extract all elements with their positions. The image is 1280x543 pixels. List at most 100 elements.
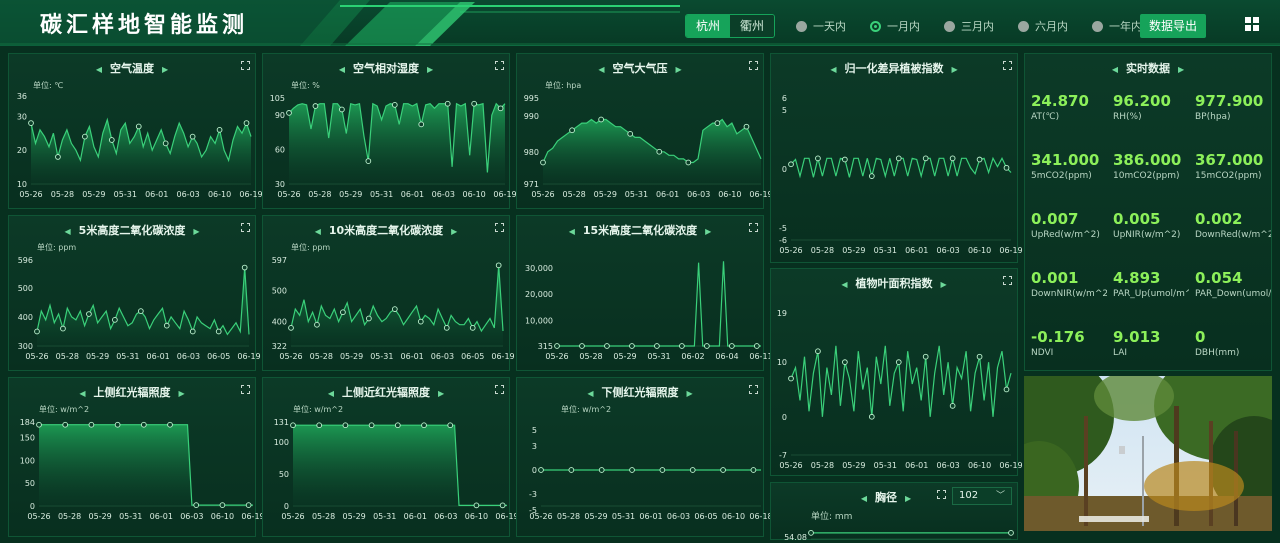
panel-up-red: ◀ 上侧红光辐照度 ▶ 单位: w/m^2 184 150 100 50 0 05-26 05-… — [8, 377, 265, 537]
x-tick-label: 05-28 — [310, 352, 333, 361]
range-6month[interactable]: 六月内 — [1018, 18, 1068, 34]
data-point-marker — [895, 359, 902, 366]
realtime-item: 0.002 DownRed(w/m^2) — [1195, 210, 1271, 240]
x-tick-label: 06-03 — [667, 512, 690, 521]
x-tick-label: 06-19 — [999, 461, 1022, 470]
data-point-marker — [339, 106, 345, 113]
realtime-item: 96.200 RH(%) — [1113, 92, 1189, 122]
x-tick-label: 05-26 — [779, 461, 802, 470]
realtime-item: 4.893 PAR_Up(umol/m^2) — [1113, 269, 1189, 299]
data-point-marker — [443, 325, 450, 331]
realtime-label: DownRed(w/m^2) — [1195, 230, 1271, 240]
y-tick-label: 30 — [275, 180, 285, 189]
x-tick-label: 05-26 — [545, 352, 568, 361]
panel-air-humidity: ◀ 空气相对湿度 ▶ 单位: % 105 90 60 30 05-26 05-28 05-29 0… — [262, 53, 517, 209]
data-point-marker — [394, 422, 401, 429]
realtime-label: PAR_Down(umol/m^2) — [1195, 289, 1271, 299]
air-pressure-chart: 995 990 980 97105-26 05-28 05-29 05-31 06-01 06-… — [524, 94, 773, 199]
y-tick-label: 980 — [524, 148, 539, 157]
data-point-marker — [540, 159, 546, 166]
radio-icon — [1092, 20, 1103, 32]
range-3month[interactable]: 三月内 — [944, 18, 994, 34]
data-point-marker — [215, 328, 222, 335]
range-1month[interactable]: 一月内 — [870, 18, 920, 34]
data-point-marker — [842, 156, 848, 163]
x-tick-label: 06-19 — [239, 190, 262, 199]
range-1year[interactable]: 一年内 — [1092, 18, 1142, 34]
realtime-label: DBH(mm) — [1195, 348, 1240, 358]
y-tick-label: 0 — [284, 502, 289, 511]
data-point-marker — [815, 348, 821, 355]
x-tick-label: 05-31 — [874, 461, 897, 470]
y-tick-label: 50 — [25, 479, 35, 488]
x-tick-label: 05-29 — [339, 190, 362, 199]
city-hangzhou-button[interactable]: 杭州 — [686, 15, 730, 37]
realtime-label: UpNIR(w/m^2) — [1113, 230, 1181, 240]
air-humidity-chart: 105 90 60 3005-26 05-28 05-29 05-31 06-01 06-03 0… — [270, 94, 517, 199]
series-area — [291, 265, 503, 346]
y-tick-label: 36 — [17, 92, 27, 101]
y-tick-label: 3 — [532, 442, 537, 451]
range-label: 一月内 — [887, 20, 920, 33]
up-nir-chart: 131 100 50 005-26 05-28 05-29 05-31 06-01 06-03 0… — [274, 418, 519, 521]
y-tick-label: 10 — [777, 358, 787, 367]
x-tick-label: 05-31 — [119, 512, 142, 521]
data-point-marker — [60, 325, 66, 332]
data-point-marker — [365, 158, 372, 164]
y-tick-label: 0 — [532, 466, 537, 475]
y-tick-label: 400 — [18, 313, 33, 322]
realtime-value: 0.054 — [1195, 269, 1243, 287]
realtime-value: 386.000 — [1113, 151, 1182, 169]
x-tick-label: 05-28 — [312, 512, 335, 521]
radio-checked-icon — [870, 20, 881, 32]
data-point-marker — [340, 309, 346, 316]
data-point-marker — [868, 173, 875, 179]
data-point-marker — [629, 343, 635, 349]
data-point-marker — [714, 120, 721, 126]
y-tick-label: 6 — [782, 94, 787, 103]
x-tick-label: 06-19 — [999, 246, 1022, 255]
x-tick-label: 06-05 — [461, 352, 484, 361]
data-point-marker — [135, 123, 142, 130]
data-point-marker — [444, 100, 451, 107]
data-point-marker — [604, 343, 610, 349]
co2-5m-chart: 596 500 400 30005-26 05-28 05-29 05-31 06-01 06-… — [18, 256, 261, 361]
y-tick-label: 400 — [272, 318, 287, 327]
data-point-marker — [1008, 530, 1014, 536]
x-tick-label: 05-28 — [811, 246, 834, 255]
data-point-marker — [473, 502, 480, 509]
x-tick-label: 05-29 — [340, 352, 363, 361]
realtime-item: 367.000 15mCO2(ppm) — [1195, 151, 1271, 181]
data-point-marker — [842, 359, 848, 366]
range-1day[interactable]: 一天内 — [796, 18, 846, 34]
x-tick-label: 05-31 — [373, 512, 396, 521]
air-temperature-chart: 36 30 20 1005-26 05-28 05-29 05-31 06-01 06-03 06… — [17, 92, 263, 199]
x-tick-label: 05-26 — [27, 512, 50, 521]
realtime-item: 9.013 LAI — [1113, 328, 1189, 358]
data-point-marker — [654, 343, 660, 349]
down-red-chart: 530-3-505-26 05-28 05-29 05-31 06-01 06-03 06-… — [529, 426, 773, 521]
data-point-marker — [569, 127, 575, 134]
data-point-marker — [316, 422, 323, 429]
y-tick-label: 5 — [782, 106, 787, 115]
data-point-marker — [243, 120, 250, 126]
data-point-marker — [86, 311, 92, 317]
tree-select-dropdown[interactable]: 102 ﹀ — [952, 487, 1012, 505]
radio-icon — [944, 20, 955, 32]
data-point-marker — [729, 343, 735, 349]
city-quzhou-button[interactable]: 衢州 — [730, 15, 774, 37]
panel-air-pressure: ◀ 空气大气压 ▶ 单位: hpa 995 990 980 971 05-26 05-28 05… — [516, 53, 773, 209]
x-tick-label: 05-26 — [779, 246, 802, 255]
x-tick-label: 05-31 — [370, 352, 393, 361]
realtime-item: -0.176 NDVI — [1031, 328, 1107, 358]
x-tick-label: 06-05 — [207, 352, 230, 361]
x-tick-label: 06-03 — [177, 190, 200, 199]
x-tick-label: 05-26 — [529, 512, 552, 521]
data-point-marker — [421, 422, 427, 429]
y-tick-label: -7 — [779, 451, 787, 460]
data-point-marker — [949, 402, 956, 409]
grid-layout-icon[interactable] — [1245, 17, 1259, 31]
realtime-label: NDVI — [1031, 348, 1054, 358]
x-tick-label: 05-28 — [579, 352, 602, 361]
export-data-button[interactable]: 数据导出 — [1140, 14, 1206, 38]
